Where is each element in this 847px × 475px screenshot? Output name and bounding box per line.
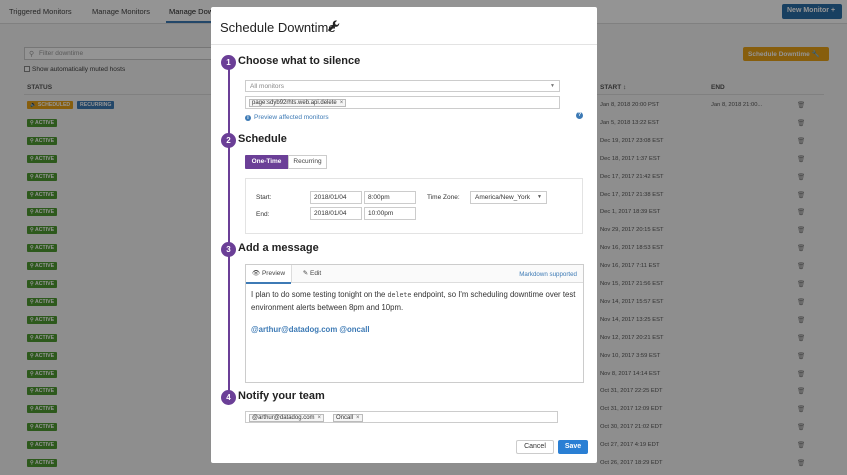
step-connector-line xyxy=(228,69,230,402)
remove-tag-icon[interactable]: × xyxy=(340,100,344,106)
chevron-down-icon: ▼ xyxy=(550,83,555,89)
message-tabs: 👁 Preview ✎ Edit Markdown supported xyxy=(246,265,583,284)
chevron-down-icon: ▼ xyxy=(537,194,542,200)
step-4-badge: 4 xyxy=(221,390,236,405)
end-label: End: xyxy=(256,211,270,218)
step-3-title: Add a message xyxy=(238,242,319,254)
inline-code: delete xyxy=(387,291,412,299)
step-1-badge: 1 xyxy=(221,55,236,70)
timezone-select[interactable]: America/New_York ▼ xyxy=(470,191,547,204)
markdown-supported-link[interactable]: Markdown supported xyxy=(519,271,577,278)
step-2-badge: 2 xyxy=(221,133,236,148)
remove-tag-icon[interactable]: × xyxy=(318,415,322,421)
schedule-panel: Start: End: 2018/01/04 8:00pm 2018/01/04… xyxy=(245,178,583,234)
notify-recipients-input[interactable]: @arthur@datadog.com × Oncall × xyxy=(245,411,558,423)
eye-icon: 👁 xyxy=(251,270,261,277)
end-time-input[interactable]: 10:00pm xyxy=(364,207,416,220)
edit-icon: ✎ xyxy=(302,270,309,277)
title-divider xyxy=(211,44,597,45)
step-2-title: Schedule xyxy=(238,133,287,145)
preview-affected-monitors-link[interactable]: i Preview affected monitors xyxy=(245,114,329,121)
tab-edit[interactable]: ✎ Edit xyxy=(296,265,328,283)
active-tab-indicator xyxy=(246,282,291,284)
timezone-label: Time Zone: xyxy=(427,194,460,201)
start-date-input[interactable]: 2018/01/04 xyxy=(310,191,362,204)
step-4-title: Notify your team xyxy=(238,390,325,402)
message-mentions: @arthur@datadog.com @oncall xyxy=(251,325,370,334)
message-preview-text: I plan to do some testing tonight on the… xyxy=(251,290,576,312)
monitor-select[interactable]: All monitors ▼ xyxy=(245,80,560,92)
recurring-toggle[interactable]: Recurring xyxy=(288,155,327,169)
monitor-select-value: All monitors xyxy=(250,83,284,90)
start-time-input[interactable]: 8:00pm xyxy=(364,191,416,204)
save-button[interactable]: Save xyxy=(558,440,588,454)
message-editor: 👁 Preview ✎ Edit Markdown supported I pl… xyxy=(245,264,584,383)
wrench-icon xyxy=(328,20,340,32)
start-label: Start: xyxy=(256,194,272,201)
tab-preview[interactable]: 👁 Preview xyxy=(246,265,292,284)
modal-title: Schedule Downtime xyxy=(220,20,336,35)
help-icon[interactable]: ? xyxy=(576,112,583,119)
cancel-button[interactable]: Cancel xyxy=(516,440,554,454)
scope-tag: page:sdyb92rhts.web.api.delete × xyxy=(249,99,347,107)
info-icon: i xyxy=(245,115,251,121)
recipient-tag: @arthur@datadog.com × xyxy=(249,414,325,422)
scope-input[interactable]: page:sdyb92rhts.web.api.delete × xyxy=(245,96,560,109)
step-3-badge: 3 xyxy=(221,242,236,257)
end-date-input[interactable]: 2018/01/04 xyxy=(310,207,362,220)
step-1-title: Choose what to silence xyxy=(238,55,361,67)
remove-tag-icon[interactable]: × xyxy=(356,415,360,421)
one-time-toggle[interactable]: One-Time xyxy=(245,155,288,169)
recipient-tag: Oncall × xyxy=(333,414,363,422)
schedule-downtime-modal: Schedule Downtime 1 Choose what to silen… xyxy=(211,7,597,463)
